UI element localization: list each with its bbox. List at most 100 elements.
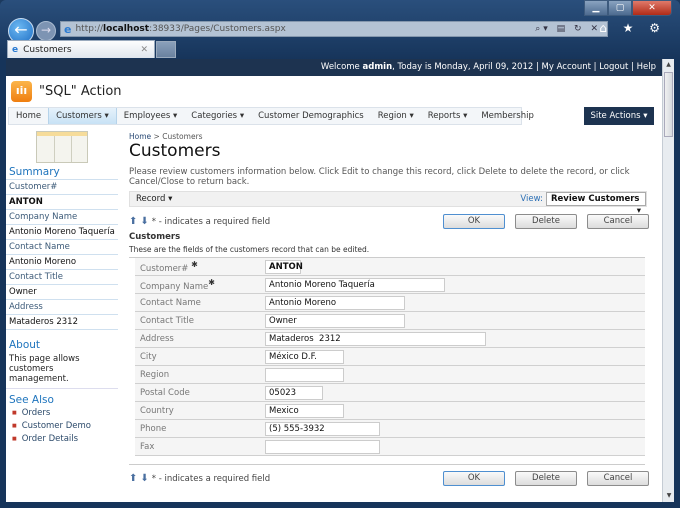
summary-label: Contact Title: [6, 270, 118, 285]
summary-value: ANTON: [6, 195, 118, 210]
field-label: Region: [140, 369, 170, 380]
phone-field[interactable]: (5) 555-3932: [265, 421, 380, 436]
breadcrumb-home-link[interactable]: Home: [129, 132, 151, 141]
page-title: Customers: [129, 141, 221, 161]
menu-item-region[interactable]: Region ▾: [371, 108, 421, 124]
form-row-contact-title: Contact Title Owner: [135, 312, 645, 330]
breadcrumb: Home > Customers: [129, 132, 649, 141]
field-label: Customer# ✱: [140, 259, 198, 274]
maximize-button[interactable]: ▢: [608, 0, 632, 16]
page-description: Please review customers information belo…: [129, 167, 630, 187]
url-host: localhost: [103, 24, 150, 34]
divider: [129, 464, 645, 465]
about-heading: About: [9, 339, 41, 351]
view-value: Review Customers: [551, 194, 640, 204]
scroll-down-icon[interactable]: ▼: [663, 490, 675, 502]
scrollbar-thumb[interactable]: [664, 72, 673, 137]
arrow-down-icon[interactable]: ⬇: [140, 473, 148, 484]
see-also-link-customer-demo[interactable]: Customer Demo: [6, 420, 118, 433]
region-field[interactable]: [265, 367, 344, 382]
welcome-text: Welcome: [320, 62, 363, 72]
url-rest: :38933/Pages/Customers.aspx: [149, 24, 286, 34]
form-row-customer-id: Customer# ✱ ANTON: [135, 258, 645, 276]
close-tab-icon[interactable]: ✕: [140, 45, 148, 55]
minimize-button[interactable]: ▁: [584, 0, 608, 16]
app-logo-icon: ıiı: [11, 81, 32, 102]
summary-value: Antonio Moreno: [6, 255, 118, 270]
grid-view-icon: [36, 131, 88, 163]
fax-field[interactable]: [265, 439, 380, 454]
field-label: Phone: [140, 423, 167, 434]
form-row-city: City México D.F.: [135, 348, 645, 366]
menu-item-employees[interactable]: Employees ▾: [117, 108, 185, 124]
postal-code-field[interactable]: 05023: [265, 385, 323, 400]
app-title: "SQL" Action: [39, 84, 122, 99]
view-label: View:: [520, 194, 543, 204]
url-prefix: http://: [75, 24, 104, 34]
contact-name-field[interactable]: Antonio Moreno: [265, 295, 405, 310]
summary-label: Customer#: [6, 180, 118, 195]
summary-label: Contact Name: [6, 240, 118, 255]
view-dropdown[interactable]: Review Customers ▾: [546, 192, 646, 216]
customer-form: Customer# ✱ ANTON Company Name✱ Antonio Mo…: [129, 257, 645, 456]
new-tab-button[interactable]: [156, 41, 176, 58]
menu-item-categories[interactable]: Categories ▾: [184, 108, 251, 124]
section-title: Customers: [129, 232, 181, 242]
my-account-link[interactable]: My Account: [542, 62, 591, 72]
delete-button[interactable]: Delete: [515, 214, 577, 229]
scroll-up-icon[interactable]: ▲: [663, 59, 674, 71]
form-row-contact-name: Contact Name Antonio Moreno: [135, 294, 645, 312]
city-field[interactable]: México D.F.: [265, 349, 344, 364]
summary-label: Company Name: [6, 210, 118, 225]
close-window-button[interactable]: ✕: [632, 0, 672, 16]
form-row-postal-code: Postal Code 05023: [135, 384, 645, 402]
arrow-up-icon[interactable]: ⬆: [129, 216, 137, 227]
record-menu[interactable]: Record ▾: [136, 194, 172, 204]
vertical-scrollbar[interactable]: ▲ ▼: [662, 59, 674, 502]
required-note-text: * - indicates a required field: [151, 216, 271, 227]
see-also-link-orders[interactable]: Orders: [6, 407, 118, 420]
form-row-address: Address Mataderos 2312: [135, 330, 645, 348]
menu-item-membership[interactable]: Membership: [474, 108, 541, 124]
arrow-up-icon[interactable]: ⬆: [129, 473, 137, 484]
see-also-link-order-details[interactable]: Order Details: [6, 433, 118, 446]
country-field[interactable]: Mexico: [265, 403, 344, 418]
address-tools-icons[interactable]: ⌕▾ ▤ ↻ ✕: [535, 24, 601, 34]
address-bar[interactable]: e http://localhost:38933/Pages/Customers…: [60, 21, 608, 37]
company-name-field[interactable]: Antonio Moreno Taquería: [265, 277, 445, 292]
ok-button[interactable]: OK: [443, 471, 505, 486]
menu-item-customers[interactable]: Customers ▾: [48, 108, 117, 124]
section-description: These are the fields of the customers re…: [129, 245, 370, 254]
field-label: Country: [140, 405, 174, 416]
home-favorites-settings-icons[interactable]: ⌂ ★ ⚙: [599, 21, 666, 35]
ok-button[interactable]: OK: [443, 214, 505, 229]
site-actions-button[interactable]: Site Actions ▾: [584, 107, 654, 125]
delete-button[interactable]: Delete: [515, 471, 577, 486]
breadcrumb-current: Customers: [162, 132, 203, 141]
summary-value: Mataderos 2312: [6, 315, 118, 330]
field-label: Company Name✱: [140, 277, 215, 292]
customer-id-field[interactable]: ANTON: [265, 259, 303, 274]
cancel-button[interactable]: Cancel: [587, 214, 649, 229]
form-row-phone: Phone (5) 555-3932: [135, 420, 645, 438]
date-text: , Today is Monday, April 09, 2012 |: [392, 62, 542, 72]
main-content: Home > Customers Customers Please review…: [129, 129, 649, 486]
forward-button[interactable]: →: [36, 21, 56, 41]
main-menu: Home Customers ▾ Employees ▾ Categories …: [8, 107, 534, 125]
cancel-button[interactable]: Cancel: [587, 471, 649, 486]
field-label: Address: [140, 333, 174, 344]
form-row-region: Region: [135, 366, 645, 384]
field-label: Contact Title: [140, 315, 194, 326]
browser-tab[interactable]: e Customers ✕: [7, 40, 155, 58]
button-group-bottom: OK Delete Cancel: [443, 471, 649, 486]
menu-item-reports[interactable]: Reports ▾: [421, 108, 475, 124]
help-link[interactable]: Help: [637, 62, 656, 72]
arrow-down-icon[interactable]: ⬇: [140, 216, 148, 227]
field-label: Fax: [140, 441, 155, 452]
required-note-bottom: ⬆ ⬇ * - indicates a required field OK Del…: [129, 471, 649, 486]
address-field[interactable]: Mataderos 2312: [265, 331, 486, 346]
contact-title-field[interactable]: Owner: [265, 313, 405, 328]
menu-item-customer-demographics[interactable]: Customer Demographics: [251, 108, 371, 124]
logout-link[interactable]: Logout: [599, 62, 628, 72]
menu-item-home[interactable]: Home: [9, 108, 48, 124]
